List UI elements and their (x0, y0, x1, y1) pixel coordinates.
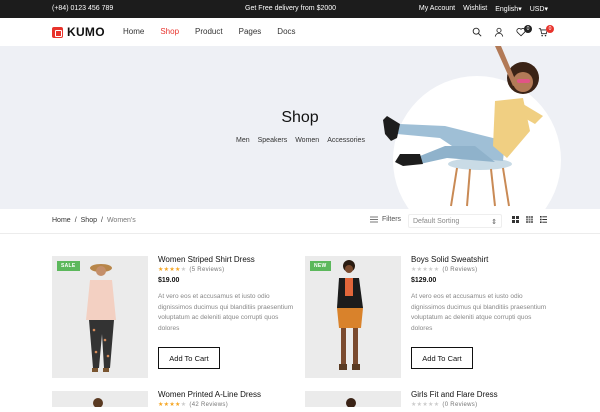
filters-button[interactable]: Filters (370, 216, 401, 223)
user-icon[interactable] (493, 26, 504, 37)
list-view-icon[interactable] (540, 216, 547, 223)
category-men[interactable]: Men (236, 137, 250, 144)
logo-text: KUMO (67, 25, 105, 39)
promo-text: Get Free delivery from $2000 (245, 5, 337, 12)
new-badge: NEW (310, 261, 331, 271)
product-name[interactable]: Women Printed A-Line Dress (158, 390, 261, 399)
filters-label: Filters (382, 216, 402, 223)
cart-button[interactable]: 0 (537, 25, 554, 37)
product-photo (86, 264, 116, 372)
review-count[interactable]: (0 Reviews) (442, 402, 477, 408)
nav-product[interactable]: Product (195, 27, 223, 36)
star-empty-icon: ★★★★★ (411, 402, 440, 408)
category-speakers[interactable]: Speakers (258, 137, 288, 144)
phone-number: (+84) 0123 456 789 (52, 5, 114, 12)
currency-label: USD (529, 6, 545, 13)
wishlist-link[interactable]: Wishlist (463, 5, 487, 13)
currency-select[interactable]: USD▾ (530, 5, 548, 13)
hero-model-image (383, 46, 543, 207)
category-accessories[interactable]: Accessories (327, 137, 365, 144)
product-name[interactable]: Girls Fit and Flare Dress (411, 390, 498, 399)
product-price: $129.00 (411, 277, 437, 284)
product-name[interactable]: Women Striped Shirt Dress (158, 255, 255, 264)
chevron-down-icon: ▾ (518, 6, 522, 13)
top-bar: (+84) 0123 456 789 Get Free delivery fro… (0, 0, 600, 18)
sale-badge: SALE (57, 261, 80, 271)
sort-value: Default Sorting (413, 218, 460, 225)
hero-banner: Shop Men Speakers Women Accessories (0, 46, 600, 209)
grid-large-icon[interactable] (512, 216, 519, 223)
nav-docs[interactable]: Docs (277, 27, 295, 36)
nav-pages[interactable]: Pages (239, 27, 262, 36)
breadcrumb: Home / Shop / Women's (52, 217, 136, 224)
product-photo (93, 398, 103, 408)
breadcrumb-home[interactable]: Home (52, 217, 71, 224)
star-empty-icon: ★ (180, 402, 187, 408)
star-icon: ★★★★ (158, 267, 181, 273)
language-label: English (495, 6, 519, 13)
chevron-down-icon: ▾ (544, 6, 548, 13)
language-select[interactable]: English▾ (495, 5, 521, 13)
breadcrumb-separator: / (74, 217, 77, 224)
star-empty-icon: ★★★★★ (411, 267, 440, 273)
product-price: $19.00 (158, 277, 180, 284)
product-image[interactable] (305, 391, 401, 408)
my-account-link[interactable]: My Account (419, 5, 455, 13)
nav-home[interactable]: Home (123, 27, 144, 36)
hero-categories: Men Speakers Women Accessories (236, 137, 365, 144)
product-image[interactable] (52, 391, 148, 408)
product-photo (346, 398, 356, 408)
hero-title: Shop (281, 109, 319, 126)
star-empty-icon: ★ (180, 267, 187, 273)
logo[interactable]: KUMO (52, 25, 105, 39)
star-icon: ★★★★ (158, 402, 181, 408)
review-count[interactable]: (0 Reviews) (442, 267, 477, 273)
breadcrumb-current: Women's (106, 217, 136, 224)
add-to-cart-button[interactable]: Add To Cart (158, 347, 220, 369)
cart-count-badge: 0 (546, 25, 554, 33)
wishlist-button[interactable]: 0 (515, 25, 532, 37)
product-image[interactable]: SALE (52, 256, 148, 378)
breadcrumb-separator: / (101, 217, 103, 224)
nav-shop[interactable]: Shop (160, 27, 179, 36)
product-image[interactable]: NEW (305, 256, 401, 378)
sort-arrows-icon: ⇕ (491, 219, 497, 226)
review-count[interactable]: (42 Reviews) (189, 402, 228, 408)
category-women[interactable]: Women (295, 137, 319, 144)
sort-select[interactable]: Default Sorting ⇕ (408, 214, 502, 228)
topbar-links: My Account Wishlist English▾ USD▾ (419, 5, 548, 13)
product-rating: ★★★★★ (5 Reviews) (158, 266, 224, 273)
product-description: At vero eos et accusamus et iusto odio d… (158, 293, 294, 332)
product-rating: ★★★★★ (0 Reviews) (411, 266, 477, 273)
search-icon[interactable] (471, 26, 482, 37)
wishlist-count-badge: 0 (524, 25, 532, 33)
product-description: At vero eos et accusamus et iusto odio d… (411, 293, 547, 332)
toolbar-divider (0, 233, 600, 234)
logo-icon (52, 26, 63, 38)
product-name[interactable]: Boys Solid Sweatshirt (411, 255, 488, 264)
product-photo (337, 260, 363, 370)
view-switcher (512, 216, 547, 223)
main-header: KUMO Home Shop Product Pages Docs 0 0 (0, 18, 600, 46)
header-icons: 0 0 (471, 25, 554, 37)
grid-small-icon[interactable] (526, 216, 533, 223)
add-to-cart-button[interactable]: Add To Cart (411, 347, 473, 369)
breadcrumb-shop[interactable]: Shop (81, 217, 97, 224)
review-count[interactable]: (5 Reviews) (189, 267, 224, 273)
filter-icon (370, 216, 378, 223)
main-nav: Home Shop Product Pages Docs (123, 27, 296, 36)
